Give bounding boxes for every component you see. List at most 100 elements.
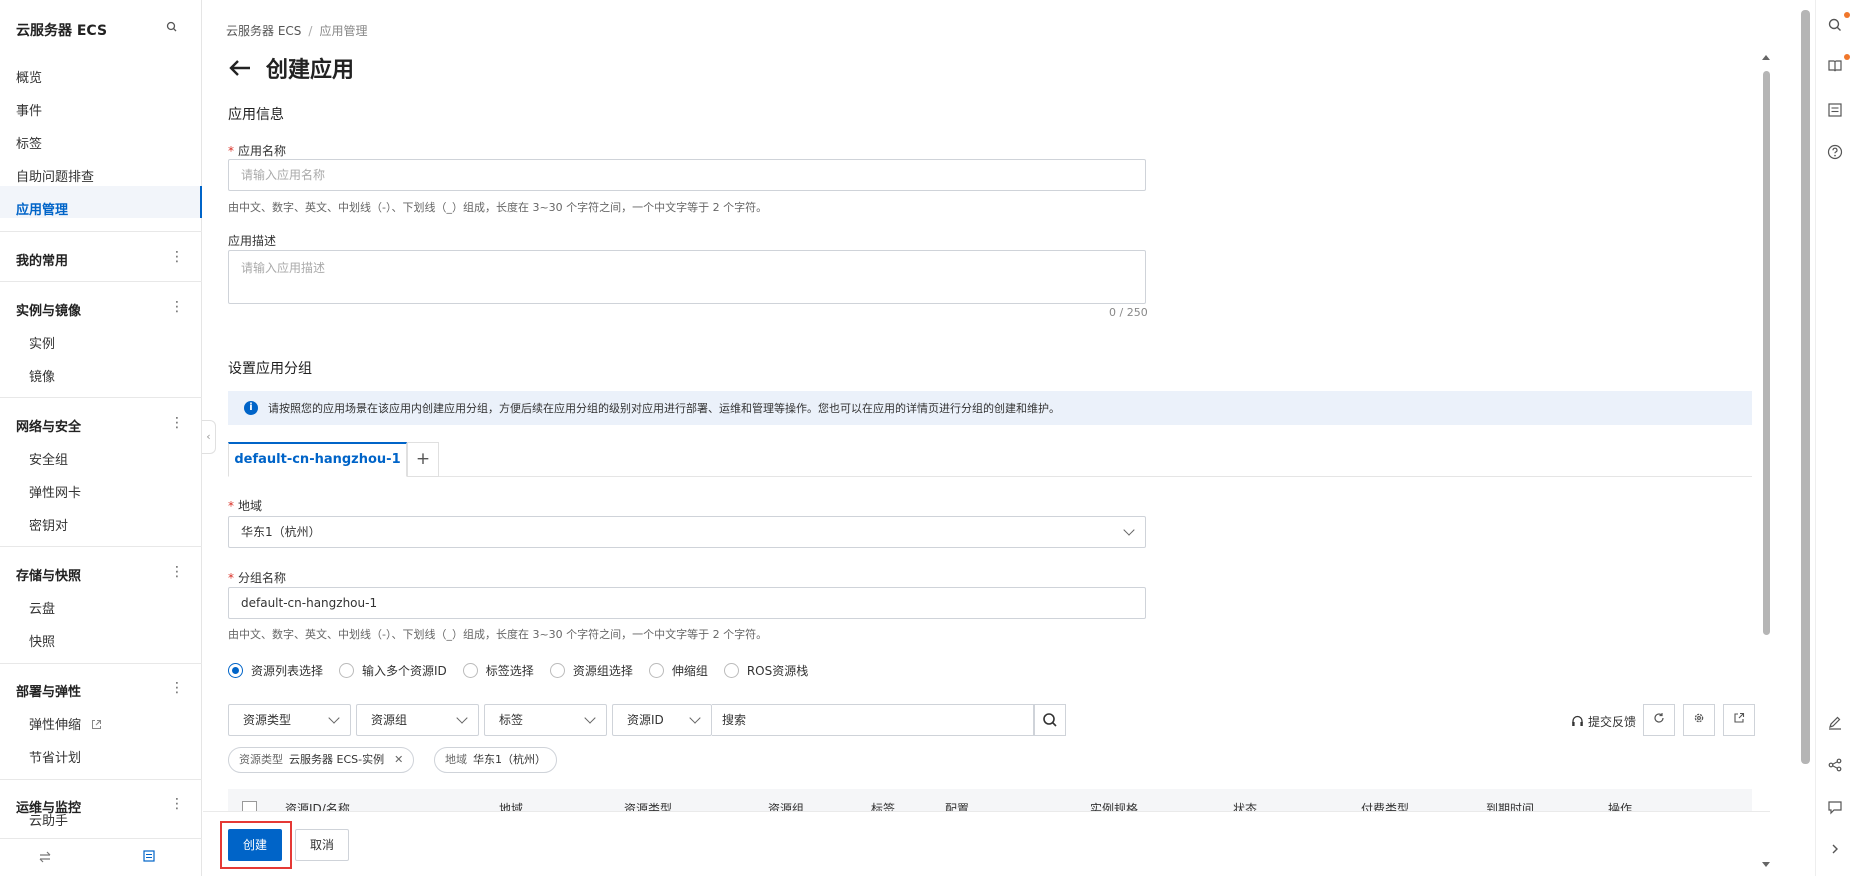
sidebar-group-deploy-elastic[interactable]: 部署与弹性 [16, 681, 81, 700]
sidebar-item-app-management[interactable]: 应用管理 [16, 199, 68, 218]
create-button[interactable]: 创建 [228, 829, 282, 861]
share-icon[interactable] [1826, 756, 1844, 774]
divider [0, 546, 202, 547]
resource-selection-mode: 资源列表选择 输入多个资源ID 标签选择 资源组选择 伸缩组 ROS资源栈 [228, 662, 824, 679]
more-icon[interactable]: ⋮ [170, 299, 184, 315]
sidebar-group-storage-snapshots[interactable]: 存储与快照 [16, 565, 81, 584]
sidebar-item-keypairs[interactable]: 密钥对 [29, 515, 68, 534]
sidebar-item-snapshots[interactable]: 快照 [29, 631, 55, 650]
sidebar-title: 云服务器 ECS [16, 23, 108, 39]
search-icon[interactable] [165, 20, 179, 34]
menu-list-icon[interactable] [142, 849, 156, 863]
group-name-label-text: 分组名称 [238, 571, 287, 585]
group-name-input[interactable] [228, 587, 1146, 619]
more-icon[interactable]: ⋮ [170, 680, 184, 696]
sidebar-item-overview[interactable]: 概览 [16, 67, 42, 86]
filter-resource-type[interactable]: 资源类型 [228, 704, 351, 736]
filter-resource-id[interactable]: 资源ID [612, 704, 712, 736]
app-desc-label: 应用描述 [228, 234, 277, 248]
sidebar-item-instances[interactable]: 实例 [29, 333, 55, 352]
filter-tag-resource-type: 资源类型 云服务器 ECS-实例 ✕ [228, 747, 415, 773]
add-tab-button[interactable]: + [407, 442, 439, 477]
region-select[interactable]: 华东1（杭州） [228, 516, 1146, 548]
feedback-link[interactable]: 提交反馈 [1571, 713, 1636, 730]
app-name-input[interactable] [228, 159, 1146, 191]
radio-label: 输入多个资源ID [362, 664, 447, 678]
export-button[interactable] [1723, 704, 1755, 736]
filter-tag[interactable]: 标签 [484, 704, 607, 736]
help-icon[interactable] [1826, 143, 1844, 161]
select-all-checkbox[interactable] [242, 801, 257, 811]
sidebar-item-autoscaling[interactable]: 弹性伸缩 [29, 714, 102, 733]
edit-icon[interactable] [1826, 714, 1844, 732]
more-icon[interactable]: ⋮ [170, 249, 184, 265]
sidebar-item-troubleshoot[interactable]: 自助问题排查 [16, 166, 94, 185]
app-desc-counter: 0 / 250 [1109, 306, 1148, 319]
radio-label: 资源列表选择 [251, 664, 324, 678]
refresh-button[interactable] [1643, 704, 1675, 736]
radio-scaling-group[interactable]: 伸缩组 [648, 662, 708, 679]
chevron-down-icon [584, 712, 596, 724]
breadcrumb-current: 应用管理 [319, 24, 368, 38]
chevron-down-icon [1123, 524, 1135, 536]
more-icon[interactable]: ⋮ [170, 415, 184, 431]
cancel-button[interactable]: 取消 [295, 829, 349, 861]
tabs-divider [228, 476, 1752, 477]
radio-multi-resource-id[interactable]: 输入多个资源ID [339, 662, 447, 679]
radio-ros-stack[interactable]: ROS资源栈 [723, 662, 809, 679]
sidebar-group-favorites[interactable]: 我的常用 [16, 250, 68, 269]
content-scrollbar-thumb[interactable] [1763, 71, 1770, 635]
search-input[interactable]: 搜索 [712, 704, 1034, 736]
sidebar-item-tags[interactable]: 标签 [16, 133, 42, 152]
radio-tag-select[interactable]: 标签选择 [462, 662, 534, 679]
filter-label: 资源类型 [243, 713, 292, 727]
chevron-right-icon[interactable] [1826, 840, 1844, 858]
sidebar-item-savings-plan[interactable]: 节省计划 [29, 747, 81, 766]
close-icon[interactable]: ✕ [394, 753, 403, 766]
sidebar-item-images[interactable]: 镜像 [29, 366, 55, 385]
chat-icon[interactable] [1826, 798, 1844, 816]
switch-icon[interactable] [38, 850, 52, 864]
scroll-down-arrow[interactable] [1762, 862, 1770, 867]
region-label-text: 地域 [238, 499, 263, 513]
filter-resource-group[interactable]: 资源组 [356, 704, 479, 736]
checklist-icon[interactable] [1826, 101, 1844, 119]
sidebar-item-disks[interactable]: 云盘 [29, 598, 55, 617]
scroll-up-arrow[interactable] [1762, 55, 1770, 60]
sidebar-item-events[interactable]: 事件 [16, 100, 42, 119]
radio-resource-group[interactable]: 资源组选择 [549, 662, 633, 679]
sidebar: 云服务器 ECS 概览 事件 标签 自助问题排查 应用管理 我的常用 ⋮ 实例与… [0, 0, 202, 876]
more-icon[interactable]: ⋮ [170, 796, 184, 812]
search-button[interactable] [1034, 704, 1066, 736]
info-banner-text: 请按照您的应用场景在该应用内创建应用分组，方便后续在应用分组的级别对应用进行部署… [268, 402, 1060, 415]
column-header: 操作 [1608, 802, 1633, 811]
sidebar-group-instances-images[interactable]: 实例与镜像 [16, 300, 81, 319]
tab-default-group[interactable]: default-cn-hangzhou-1 [228, 442, 407, 477]
required-mark: * [228, 571, 234, 585]
resource-table-header: 资源ID/名称 地域 资源类型 资源组 标签 配置 实例规格 状态 付费类型 到… [228, 789, 1752, 811]
settings-button[interactable] [1683, 704, 1715, 736]
chevron-down-icon [689, 712, 701, 724]
search-icon [1043, 713, 1057, 727]
divider [0, 779, 202, 780]
sidebar-item-eni[interactable]: 弹性网卡 [29, 482, 81, 501]
back-arrow-icon[interactable] [228, 59, 252, 77]
sidebar-item-security-groups[interactable]: 安全组 [29, 449, 68, 468]
book-icon[interactable] [1826, 57, 1844, 75]
sidebar-item-cloud-assistant-label[interactable]: 云助手 [29, 810, 68, 829]
radio-resource-list[interactable]: 资源列表选择 [228, 662, 323, 679]
page-scrollbar-thumb[interactable] [1801, 10, 1810, 764]
breadcrumb: 云服务器 ECS / 应用管理 [226, 24, 368, 38]
radio-label: ROS资源栈 [746, 664, 809, 678]
breadcrumb-link-ecs[interactable]: 云服务器 ECS [226, 24, 301, 38]
chevron-down-icon [456, 712, 468, 724]
app-desc-textarea[interactable] [228, 250, 1146, 304]
more-icon[interactable]: ⋮ [170, 564, 184, 580]
notification-dot [1844, 12, 1850, 18]
gear-icon [1694, 713, 1704, 723]
sidebar-group-network-security[interactable]: 网络与安全 [16, 416, 81, 435]
radio-label: 标签选择 [485, 664, 534, 678]
search-icon[interactable] [1826, 16, 1844, 34]
filter-label: 标签 [499, 713, 524, 727]
filter-label: 资源ID [627, 713, 664, 727]
